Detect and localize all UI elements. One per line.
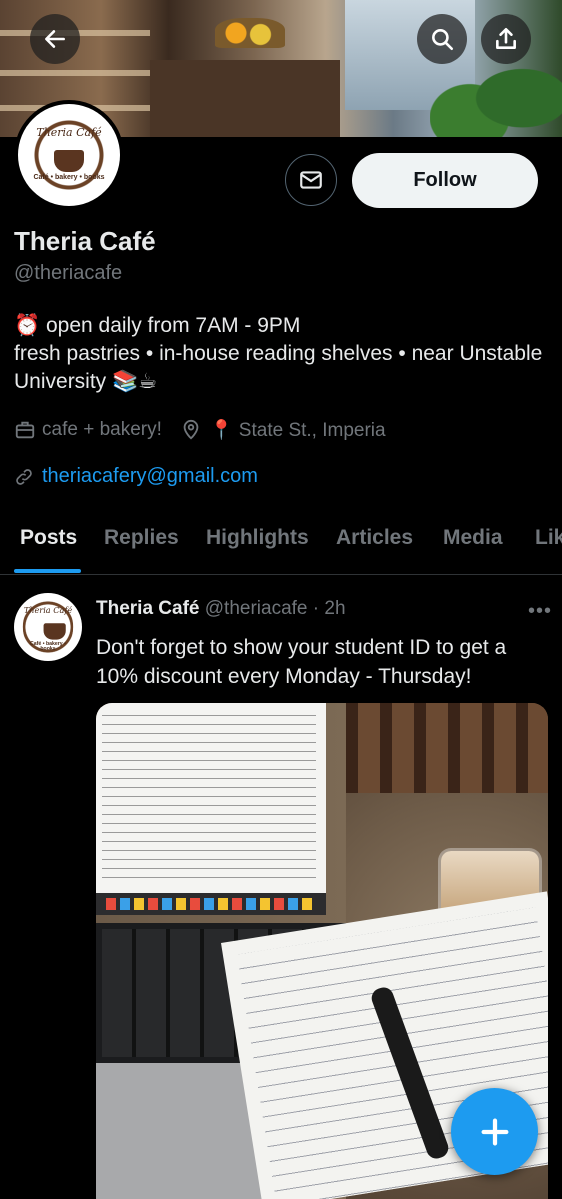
banner-counter <box>150 60 340 137</box>
laptop-dock <box>96 893 326 915</box>
location-pin-icon <box>183 419 199 440</box>
bio-line: ⏰ open daily from 7AM - 9PM <box>14 314 301 337</box>
tab-articles[interactable]: Articles <box>336 526 413 550</box>
banner-shelf <box>0 70 150 76</box>
profile-website: theriacafery@gmail.com <box>14 465 258 488</box>
logo-subtitle: Café • bakery • books <box>33 174 105 181</box>
laptop-screen <box>96 703 326 893</box>
more-options-icon[interactable]: ••• <box>528 600 552 623</box>
avatar: Theria Café Café • bakery • books <box>18 104 120 206</box>
active-tab-indicator <box>14 569 81 573</box>
post-text: Don't forget to show your student ID to … <box>96 636 507 688</box>
screen-document <box>102 711 316 885</box>
share-upload-icon <box>496 27 516 49</box>
profile-meta: cafe + bakery! 📍 State St., Imperia <box>14 418 386 442</box>
cafe-logo: Theria Café Café • bakery • books <box>22 595 74 659</box>
post-separator: · <box>312 598 320 619</box>
logo-title: Theria Café <box>23 605 73 616</box>
compose-post-button[interactable] <box>451 1088 538 1175</box>
message-button[interactable] <box>285 154 337 206</box>
post-time: 2h <box>324 598 346 619</box>
profile-location: 📍 State St., Imperia <box>209 420 386 441</box>
bio-line: fresh pastries • in-house reading shelve… <box>14 342 543 393</box>
share-button[interactable] <box>481 14 531 64</box>
profile-bio: ⏰ open daily from 7AM - 9PM fresh pastri… <box>14 312 544 396</box>
profile-avatar[interactable]: Theria Café Café • bakery • books <box>14 100 124 210</box>
tab-replies[interactable]: Replies <box>104 526 179 550</box>
cafe-logo: Theria Café Café • bakery • books <box>26 112 112 198</box>
cat-cup-icon <box>43 623 66 640</box>
tab-highlights[interactable]: Highlights <box>206 526 309 550</box>
profile-tabs: Posts Replies Highlights Articles Media … <box>0 510 562 575</box>
envelope-icon <box>300 171 322 189</box>
back-button[interactable] <box>30 14 80 64</box>
profile-name: Theria Café <box>14 226 156 256</box>
logo-subtitle: Café • bakery • books <box>30 641 66 652</box>
search-icon <box>432 29 454 51</box>
search-button[interactable] <box>417 14 467 64</box>
banner-fruit-bowl <box>215 18 285 48</box>
follow-button[interactable]: Follow <box>352 153 538 208</box>
briefcase-icon <box>15 421 35 439</box>
plus-icon <box>481 1118 508 1145</box>
chair-back <box>346 703 548 793</box>
tab-likes[interactable]: Likes <box>535 526 562 550</box>
post-author-handle[interactable]: @theriacafe <box>205 598 308 619</box>
dock-icons <box>106 898 316 910</box>
profile-category: cafe + bakery! <box>42 419 162 440</box>
tab-posts[interactable]: Posts <box>20 526 77 550</box>
logo-title: Theria Café <box>36 126 102 139</box>
email-link[interactable]: theriacafery@gmail.com <box>42 465 258 488</box>
cat-cup-icon <box>54 150 84 172</box>
post-avatar[interactable]: Theria Café Café • bakery • books <box>14 593 82 661</box>
post-author-name[interactable]: Theria Café <box>96 598 199 619</box>
link-icon <box>16 468 32 485</box>
post-header: Theria Café @theriacafe · 2h <box>96 598 346 620</box>
profile-handle: @theriacafe <box>14 262 123 284</box>
arrow-left-icon <box>45 30 65 48</box>
tab-media[interactable]: Media <box>443 526 503 550</box>
